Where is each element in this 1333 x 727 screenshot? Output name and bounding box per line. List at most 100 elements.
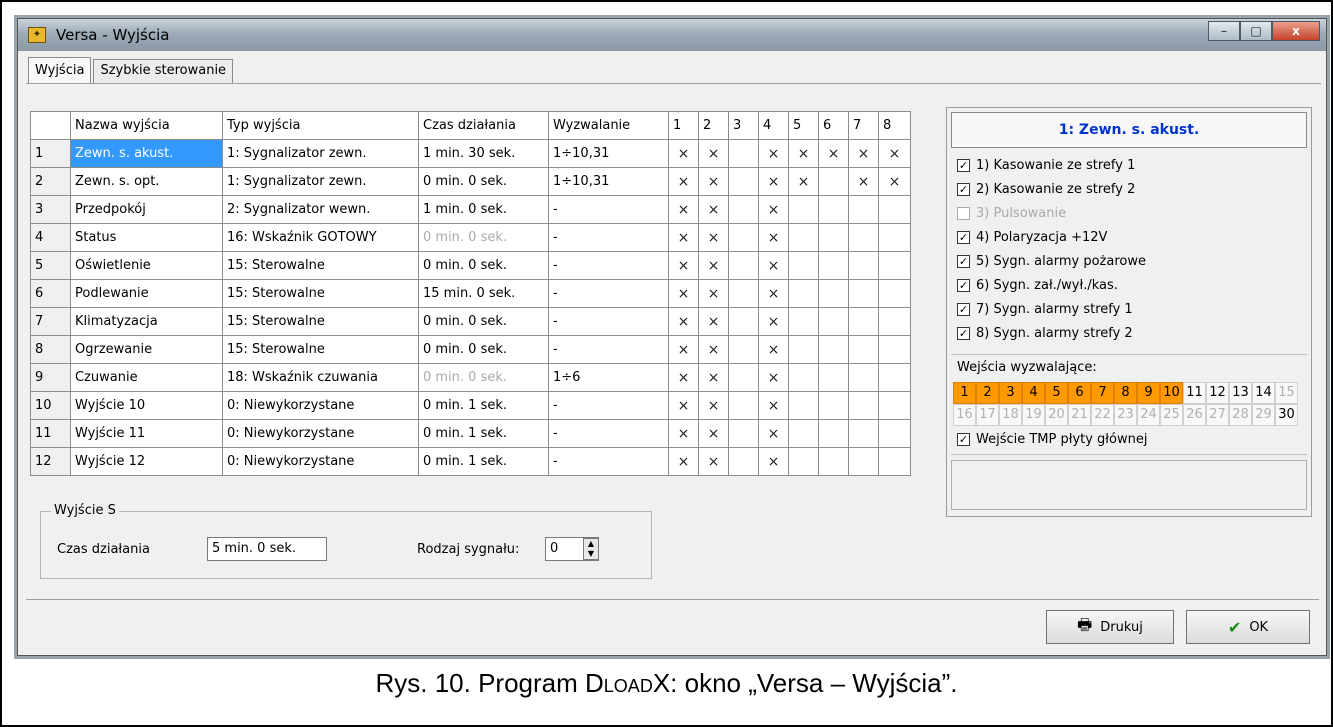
partition-mark-cell[interactable] — [878, 363, 911, 392]
column-header[interactable]: 3 — [728, 111, 759, 140]
duration-cell[interactable]: 0 min. 1 sek. — [418, 419, 549, 448]
partition-mark-cell[interactable] — [878, 279, 911, 308]
column-header[interactable]: 1 — [668, 111, 699, 140]
partition-mark-cell[interactable]: × — [698, 307, 729, 336]
trigger-input-cell[interactable]: 27 — [1206, 404, 1229, 426]
trigger-cell[interactable]: - — [548, 335, 669, 364]
row-number[interactable]: 8 — [30, 335, 71, 364]
column-header[interactable] — [30, 111, 71, 140]
output-name-cell[interactable]: Zewn. s. akust. — [70, 139, 223, 168]
partition-mark-cell[interactable] — [728, 335, 759, 364]
output-name-cell[interactable]: Klimatyzacja — [70, 307, 223, 336]
option-checkbox[interactable]: ✓ 4) Polaryzacja +12V — [957, 230, 1107, 245]
partition-mark-cell[interactable] — [788, 363, 819, 392]
trigger-cell[interactable]: - — [548, 391, 669, 420]
partition-mark-cell[interactable]: × — [668, 363, 699, 392]
trigger-cell[interactable]: - — [548, 279, 669, 308]
row-number[interactable]: 1 — [30, 139, 71, 168]
trigger-input-cell[interactable]: 16 — [953, 404, 976, 426]
partition-mark-cell[interactable]: × — [668, 335, 699, 364]
trigger-input-cell[interactable]: 20 — [1045, 404, 1068, 426]
table-row[interactable]: 6 Podlewanie 15: Sterowalne 15 min. 0 sek. -… — [30, 279, 911, 308]
trigger-input-cell[interactable]: 13 — [1229, 382, 1252, 404]
partition-mark-cell[interactable]: × — [698, 335, 729, 364]
row-number[interactable]: 11 — [30, 419, 71, 448]
partition-mark-cell[interactable]: × — [698, 279, 729, 308]
column-header[interactable]: Typ wyjścia — [222, 111, 419, 140]
partition-mark-cell[interactable] — [728, 195, 759, 224]
partition-mark-cell[interactable]: × — [698, 391, 729, 420]
duration-cell[interactable]: 0 min. 0 sek. — [418, 167, 549, 196]
partition-mark-cell[interactable] — [818, 335, 849, 364]
maximize-button[interactable]: □ — [1240, 21, 1272, 41]
partition-mark-cell[interactable] — [728, 279, 759, 308]
trigger-input-cell[interactable]: 4 — [1022, 382, 1045, 404]
output-name-cell[interactable]: Podlewanie — [70, 279, 223, 308]
partition-mark-cell[interactable] — [848, 251, 879, 280]
row-number[interactable]: 2 — [30, 167, 71, 196]
partition-mark-cell[interactable]: × — [818, 139, 849, 168]
output-type-cell[interactable]: 15: Sterowalne — [222, 251, 419, 280]
trigger-input-cell[interactable]: 2 — [976, 382, 999, 404]
partition-mark-cell[interactable] — [848, 391, 879, 420]
output-type-cell[interactable]: 18: Wskaźnik czuwania — [222, 363, 419, 392]
duration-cell[interactable]: 1 min. 30 sek. — [418, 139, 549, 168]
option-checkbox[interactable]: ✓ 1) Kasowanie ze strefy 1 — [957, 158, 1135, 173]
column-header[interactable]: Czas działania — [418, 111, 549, 140]
output-name-cell[interactable]: Czuwanie — [70, 363, 223, 392]
output-type-cell[interactable]: 1: Sygnalizator zewn. — [222, 139, 419, 168]
partition-mark-cell[interactable]: × — [788, 167, 819, 196]
partition-mark-cell[interactable]: × — [758, 391, 789, 420]
column-header[interactable]: 2 — [698, 111, 729, 140]
partition-mark-cell[interactable]: × — [788, 139, 819, 168]
trigger-input-cell[interactable]: 25 — [1160, 404, 1183, 426]
partition-mark-cell[interactable] — [788, 419, 819, 448]
partition-mark-cell[interactable]: × — [698, 167, 729, 196]
trigger-input-cell[interactable]: 17 — [976, 404, 999, 426]
partition-mark-cell[interactable] — [788, 251, 819, 280]
partition-mark-cell[interactable] — [818, 363, 849, 392]
partition-mark-cell[interactable]: × — [668, 307, 699, 336]
table-row[interactable]: 3 Przedpokój 2: Sygnalizator wewn. 1 min. 0… — [30, 195, 911, 224]
partition-mark-cell[interactable] — [788, 335, 819, 364]
column-header[interactable]: 4 — [758, 111, 789, 140]
duration-cell[interactable]: 0 min. 0 sek. — [418, 307, 549, 336]
output-type-cell[interactable]: 2: Sygnalizator wewn. — [222, 195, 419, 224]
row-number[interactable]: 10 — [30, 391, 71, 420]
table-row[interactable]: 10 Wyjście 10 0: Niewykorzystane 0 min. 1 s… — [30, 391, 911, 420]
column-header[interactable]: 8 — [878, 111, 911, 140]
partition-mark-cell[interactable] — [848, 335, 879, 364]
trigger-input-cell[interactable]: 15 — [1275, 382, 1298, 404]
partition-mark-cell[interactable]: × — [668, 251, 699, 280]
partition-mark-cell[interactable]: × — [758, 363, 789, 392]
partition-mark-cell[interactable] — [848, 419, 879, 448]
partition-mark-cell[interactable]: × — [758, 167, 789, 196]
partition-mark-cell[interactable] — [728, 223, 759, 252]
row-number[interactable]: 7 — [30, 307, 71, 336]
table-row[interactable]: 12 Wyjście 12 0: Niewykorzystane 0 min. 1 s… — [30, 447, 911, 476]
trigger-input-cell[interactable]: 22 — [1091, 404, 1114, 426]
output-type-cell[interactable]: 15: Sterowalne — [222, 307, 419, 336]
output-s-time-field[interactable]: 5 min. 0 sek. — [207, 537, 327, 561]
trigger-input-cell[interactable]: 14 — [1252, 382, 1275, 404]
output-name-cell[interactable]: Zewn. s. opt. — [70, 167, 223, 196]
column-header[interactable]: Wyzwalanie — [548, 111, 669, 140]
option-checkbox[interactable]: ✓ 8) Sygn. alarmy strefy 2 — [957, 326, 1133, 341]
print-button[interactable]: 🖶 Drukuj — [1046, 610, 1174, 644]
trigger-input-cell[interactable]: 5 — [1045, 382, 1068, 404]
option-checkbox[interactable]: ✓ 2) Kasowanie ze strefy 2 — [957, 182, 1135, 197]
partition-mark-cell[interactable] — [848, 363, 879, 392]
partition-mark-cell[interactable] — [728, 391, 759, 420]
output-name-cell[interactable]: Wyjście 10 — [70, 391, 223, 420]
partition-mark-cell[interactable] — [728, 139, 759, 168]
trigger-input-cell[interactable]: 11 — [1183, 382, 1206, 404]
partition-mark-cell[interactable] — [788, 447, 819, 476]
option-checkbox[interactable]: 3) Pulsowanie — [957, 206, 1066, 221]
partition-mark-cell[interactable] — [728, 447, 759, 476]
output-type-cell[interactable]: 15: Sterowalne — [222, 279, 419, 308]
partition-mark-cell[interactable] — [788, 223, 819, 252]
partition-mark-cell[interactable] — [878, 195, 911, 224]
output-name-cell[interactable]: Wyjście 12 — [70, 447, 223, 476]
partition-mark-cell[interactable]: × — [758, 251, 789, 280]
output-type-cell[interactable]: 0: Niewykorzystane — [222, 447, 419, 476]
